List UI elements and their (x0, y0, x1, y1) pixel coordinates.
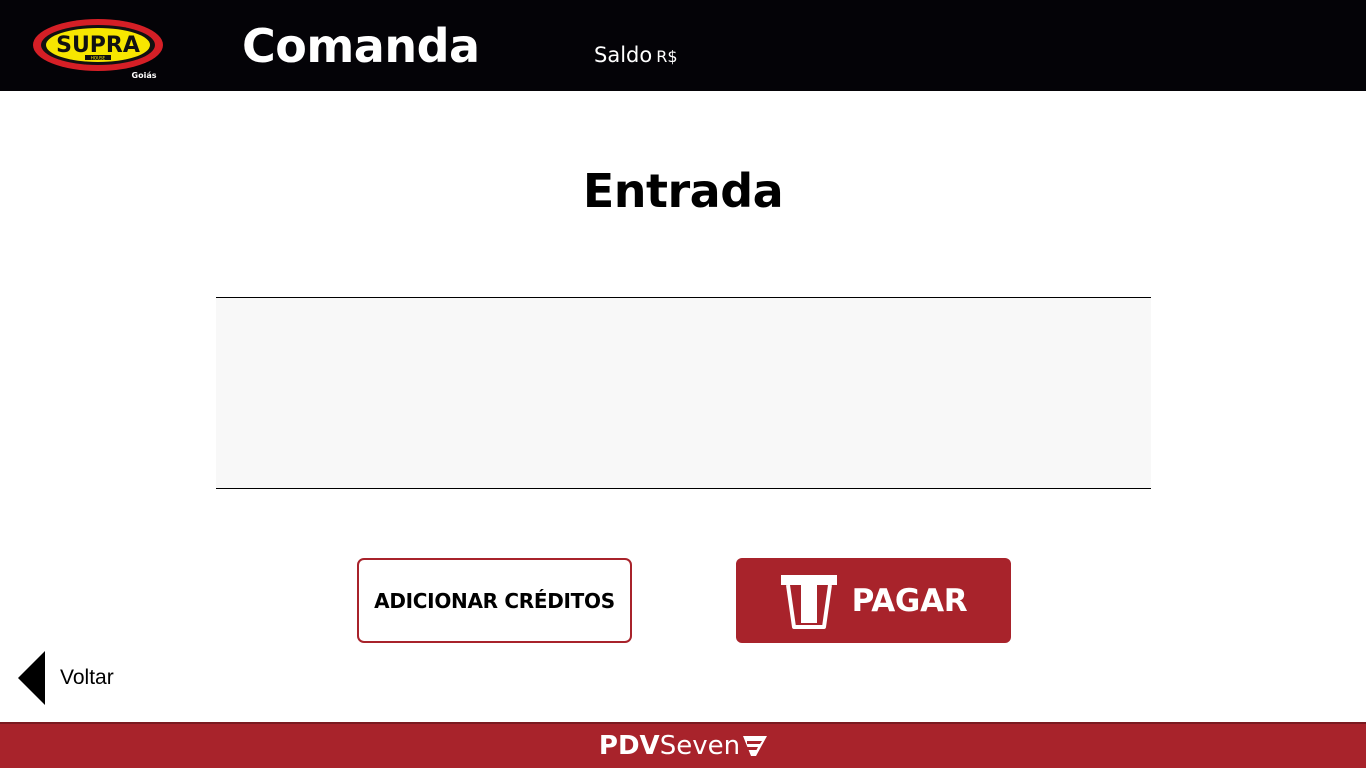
logo-text: SUPRA (56, 33, 140, 58)
pay-button[interactable]: PAGAR (736, 558, 1011, 643)
footer-brand: PDV Seven (598, 731, 768, 761)
pay-label: PAGAR (851, 582, 968, 619)
balance-label: Saldo (594, 43, 653, 67)
balance-display: Saldo R$ (594, 42, 678, 70)
entry-list-area[interactable] (216, 297, 1151, 489)
seven-stripes-icon (743, 736, 768, 756)
brand-regular: Seven (659, 731, 741, 761)
add-credits-button[interactable]: ADICIONAR CRÉDITOS (357, 558, 632, 643)
back-button[interactable]: Voltar (18, 651, 114, 705)
app-title: Comanda (242, 19, 480, 73)
footer-bar: PDV Seven (0, 722, 1366, 768)
add-credits-label: ADICIONAR CRÉDITOS (374, 588, 615, 613)
brand-bold: PDV (598, 731, 660, 761)
page-title: Entrada (582, 164, 784, 218)
supra-logo: SUPRA HOUSE Goiás (33, 19, 163, 80)
logo-region: Goiás (132, 71, 157, 80)
back-arrow-icon (18, 651, 45, 705)
logo-subtext: HOUSE (91, 56, 106, 61)
balance-currency: R$ (656, 47, 678, 66)
top-bar: SUPRA HOUSE Goiás Comanda Saldo R$ (0, 0, 1366, 91)
card-terminal-icon (780, 574, 837, 629)
back-label: Voltar (60, 666, 114, 689)
